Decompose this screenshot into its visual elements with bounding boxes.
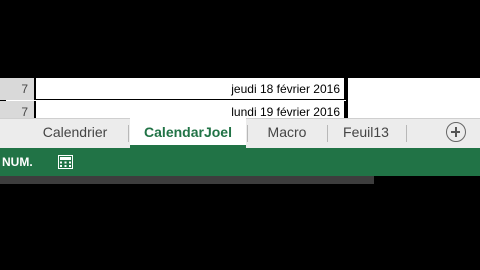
tab-separator xyxy=(128,125,129,142)
grid-top-edge xyxy=(0,70,480,78)
add-sheet-button[interactable] xyxy=(446,122,466,142)
calculator-icon[interactable] xyxy=(58,155,73,169)
column-border xyxy=(346,70,348,118)
top-dark-area xyxy=(0,0,480,70)
date-cell[interactable]: lundi 19 février 2016 xyxy=(34,101,346,118)
tab-calendarjoel[interactable]: CalendarJoel xyxy=(130,118,246,148)
date-cell[interactable]: jeudi 18 février 2016 xyxy=(34,78,346,100)
row-header[interactable]: 7 xyxy=(0,78,34,100)
bottom-strip xyxy=(0,176,374,184)
row-header[interactable]: 7 xyxy=(0,101,34,118)
tab-calendrier[interactable]: Calendrier xyxy=(26,119,124,148)
spreadsheet-grid: 7 jeudi 18 février 2016 7 lundi 19 févri… xyxy=(0,70,480,118)
tab-macro[interactable]: Macro xyxy=(248,119,326,148)
sheet-tab-bar: Calendrier CalendarJoel Macro Feuil13 xyxy=(0,118,480,148)
tab-feuil13[interactable]: Feuil13 xyxy=(328,119,404,148)
num-lock-indicator: NUM. xyxy=(2,155,33,169)
status-bar: NUM. xyxy=(0,148,480,176)
tab-separator xyxy=(406,125,407,142)
